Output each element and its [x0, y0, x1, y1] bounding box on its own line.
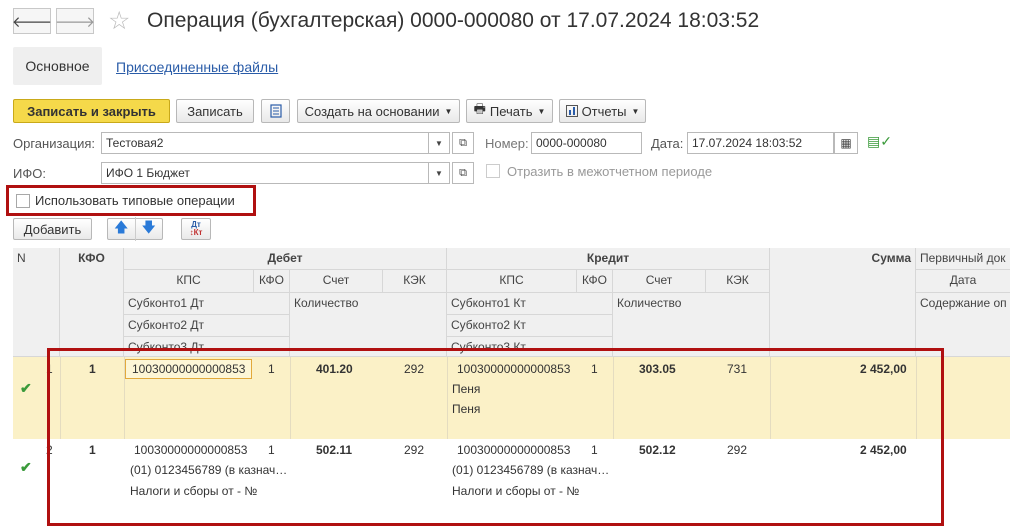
chevron-down-icon: ▼	[631, 106, 640, 116]
organization-open-button[interactable]: ⧉	[452, 132, 474, 154]
star-icon[interactable]: ☆	[108, 6, 130, 36]
organization-field[interactable]: Тестовая2	[101, 132, 429, 154]
create-based-on-button[interactable]: Создать на основании ▼	[297, 99, 460, 123]
ifo-field[interactable]: ИФО 1 Бюджет	[101, 162, 429, 184]
check-icon: ✔	[20, 459, 32, 475]
header-kfo[interactable]: КФО	[60, 248, 124, 357]
create-based-on-label: Создать на основании	[304, 103, 440, 119]
calendar-button[interactable]: ▦	[834, 132, 858, 154]
reports-label: Отчеты	[581, 103, 627, 119]
list-icon	[269, 104, 282, 118]
number-label: Номер:	[485, 136, 529, 151]
arrow-up-icon: 🡅	[114, 219, 129, 235]
print-button[interactable]: 🖶 Печать ▼	[466, 99, 553, 123]
header-sub1-kt[interactable]: Субконто1 Кт	[447, 293, 613, 315]
chevron-down-icon: ▼	[537, 106, 546, 116]
reports-button[interactable]: Отчеты ▼	[559, 99, 646, 123]
report-icon	[565, 105, 578, 117]
header-debit-kfo[interactable]: КФО	[254, 270, 290, 293]
header-debit-kek[interactable]: КЭК	[383, 270, 447, 293]
number-field[interactable]: 0000-000080	[531, 132, 642, 154]
check-icon: ✔	[20, 380, 32, 396]
header-credit-account[interactable]: Счет	[613, 270, 706, 293]
calendar-icon: ▦	[840, 136, 852, 150]
header-sub2-kt[interactable]: Субконто2 Кт	[447, 315, 613, 337]
back-button[interactable]: 🡐	[11, 8, 53, 34]
save-button[interactable]: Записать	[176, 99, 254, 123]
header-sub1-dt[interactable]: Субконто1 Дт	[124, 293, 290, 315]
header-date[interactable]: Дата	[916, 270, 1010, 293]
header-credit: Кредит	[447, 248, 770, 270]
organization-label: Организация:	[13, 136, 96, 151]
move-up-button[interactable]: 🡅	[108, 217, 136, 241]
header-sum[interactable]: Сумма	[770, 248, 916, 357]
arrow-left-icon: 🡐	[11, 13, 53, 31]
interperiod-checkbox[interactable]	[486, 164, 500, 178]
header-credit-kfo[interactable]: КФО	[577, 270, 613, 293]
organization-dropdown-button[interactable]: ▼	[428, 132, 450, 154]
list-button[interactable]	[261, 99, 290, 123]
open-icon: ⧉	[459, 136, 467, 149]
page-title: Операция (бухгалтерская) 0000-000080 от …	[147, 9, 760, 32]
ifo-dropdown-button[interactable]: ▼	[428, 162, 450, 184]
header-n[interactable]: N	[13, 248, 60, 357]
printer-icon: 🖶	[473, 101, 486, 116]
swap-debit-credit-button[interactable]: Дт ↕Кт	[181, 218, 211, 240]
save-and-close-button[interactable]: Записать и закрыть	[13, 99, 170, 123]
add-row-button[interactable]: Добавить	[13, 218, 92, 240]
post-document-icon[interactable]: ▤✓	[867, 133, 892, 150]
header-sub2-dt[interactable]: Субконто2 Дт	[124, 315, 290, 337]
move-down-button[interactable]: 🡇	[136, 217, 163, 241]
header-debit-kps[interactable]: КПС	[124, 270, 254, 293]
header-debit-account[interactable]: Счет	[290, 270, 383, 293]
chevron-down-icon: ▼	[444, 106, 453, 116]
highlight-frame	[6, 185, 256, 216]
arrow-right-icon: 🡒	[54, 13, 96, 31]
forward-button[interactable]: 🡒	[54, 8, 96, 34]
ifo-label: ИФО:	[13, 166, 46, 181]
ifo-open-button[interactable]: ⧉	[452, 162, 474, 184]
date-field[interactable]: 17.07.2024 18:03:52	[687, 132, 834, 154]
header-primary-doc[interactable]: Первичный док	[916, 248, 1010, 270]
header-debit: Дебет	[124, 248, 447, 270]
chevron-down-icon: ▼	[435, 168, 443, 178]
tab-main[interactable]: Основное	[13, 47, 102, 85]
arrow-down-icon: 🡇	[141, 219, 156, 235]
open-icon: ⧉	[459, 166, 467, 179]
header-credit-kek[interactable]: КЭК	[706, 270, 770, 293]
date-label: Дата:	[651, 136, 684, 151]
tab-attached-files[interactable]: Присоединенные файлы	[116, 59, 278, 75]
highlight-frame	[47, 348, 944, 526]
move-buttons: 🡅 🡇	[107, 217, 163, 241]
print-label: Печать	[489, 103, 533, 119]
header-credit-kps[interactable]: КПС	[447, 270, 577, 293]
interperiod-label: Отразить в межотчетном периоде	[507, 164, 713, 179]
chevron-down-icon: ▼	[435, 138, 443, 148]
